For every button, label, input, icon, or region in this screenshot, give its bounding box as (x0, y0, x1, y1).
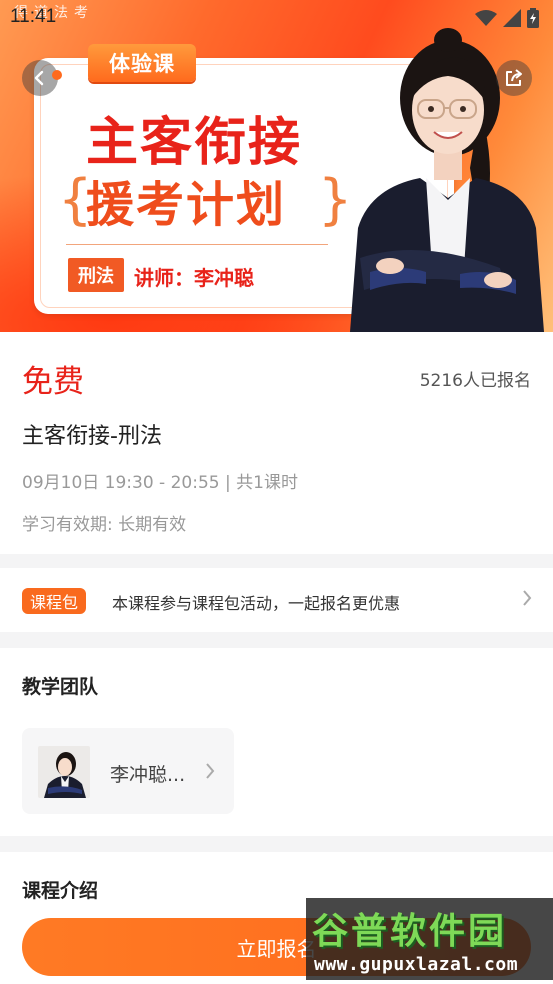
course-title: 主客衔接-刑法 (22, 424, 162, 449)
course-price: 免费 (22, 364, 84, 400)
teacher-card[interactable]: 李冲聪... (22, 728, 234, 814)
watermark-url: www.gupuxlazal.com (314, 954, 519, 975)
trial-course-tag: 体验课 (88, 44, 196, 82)
signal-icon (503, 9, 521, 27)
course-banner: 体验课 主客衔接 { 援考计划 } 刑法 讲师：李冲聪 (0, 0, 553, 332)
notification-dot (52, 70, 62, 80)
teaching-team-section: 教学团队 李冲聪... (0, 648, 553, 836)
chevron-right-icon (523, 590, 532, 606)
package-text: 本课程参与课程包活动，一起报名更优惠 (112, 594, 401, 613)
banner-title-line1: 主客衔接 (86, 112, 303, 173)
status-icons (475, 8, 539, 28)
banner-divider (66, 244, 328, 245)
wifi-icon (475, 10, 497, 26)
share-icon (506, 69, 522, 86)
battery-icon (527, 8, 539, 28)
teacher-avatar (38, 746, 90, 798)
site-watermark: 谷普软件园 www.gupuxlazal.com (306, 898, 553, 980)
chevron-right-icon (206, 763, 215, 779)
teacher-name: 李冲聪... (110, 764, 186, 786)
course-info: 免费 5216人已报名 主客衔接-刑法 09月10日 19:30 - 20:55… (0, 332, 553, 554)
enrolled-count: 5216人已报名 (419, 371, 531, 391)
back-arrow-icon (34, 70, 44, 86)
course-schedule: 09月10日 19:30 - 20:55 | 共1课时 (22, 473, 298, 493)
team-title: 教学团队 (22, 676, 99, 698)
banner-teacher: 讲师：李冲聪 (134, 266, 254, 290)
package-badge: 课程包 (22, 588, 86, 614)
watermark-brand: 谷普软件园 (312, 911, 508, 952)
banner-title-line2: 援考计划 (86, 177, 287, 233)
status-time: 11:41 (10, 6, 57, 27)
course-validity: 学习有效期: 长期有效 (22, 515, 187, 535)
intro-title: 课程介绍 (22, 880, 99, 902)
subject-tag: 刑法 (68, 258, 124, 292)
share-button[interactable] (496, 60, 532, 96)
course-package-row[interactable]: 课程包 本课程参与课程包活动，一起报名更优惠 (0, 568, 553, 632)
